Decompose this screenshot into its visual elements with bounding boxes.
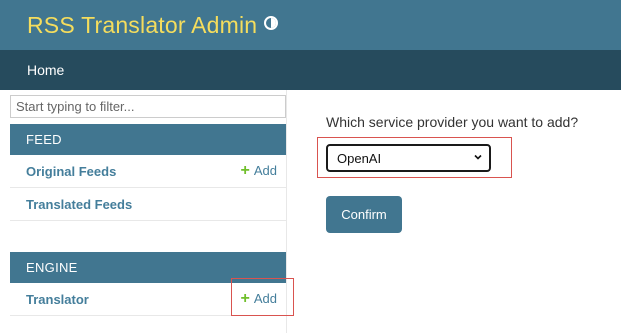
section-title: ENGINE — [26, 260, 78, 275]
chevron-down-icon — [474, 154, 482, 160]
provider-question: Which service provider you want to add? — [326, 114, 579, 130]
site-title[interactable]: RSS Translator Admin — [27, 12, 257, 39]
contrast-icon[interactable] — [264, 16, 278, 30]
sidebar-item-original-feeds: Original Feeds + Add — [10, 155, 286, 188]
breadcrumb-home-link[interactable]: Home — [27, 62, 64, 78]
sidebar-item-translated-feeds: Translated Feeds — [10, 188, 286, 221]
highlight-box-add-translator — [231, 278, 294, 316]
provider-select-value: OpenAI — [337, 151, 382, 166]
original-feeds-link[interactable]: Original Feeds — [26, 164, 116, 179]
provider-select[interactable]: OpenAI — [326, 144, 491, 172]
plus-icon: + — [240, 162, 250, 179]
site-header: RSS Translator Admin — [0, 0, 621, 50]
translator-link[interactable]: Translator — [26, 292, 89, 307]
add-label: Add — [253, 163, 277, 178]
add-original-feed-link[interactable]: + Add — [241, 162, 277, 180]
translated-feeds-link[interactable]: Translated Feeds — [26, 197, 132, 212]
section-header-feed: FEED — [10, 124, 286, 155]
section-title: FEED — [26, 132, 62, 147]
sidebar-filter-input[interactable] — [10, 95, 286, 118]
breadcrumb: Home — [0, 50, 621, 90]
confirm-button[interactable]: Confirm — [326, 196, 402, 233]
